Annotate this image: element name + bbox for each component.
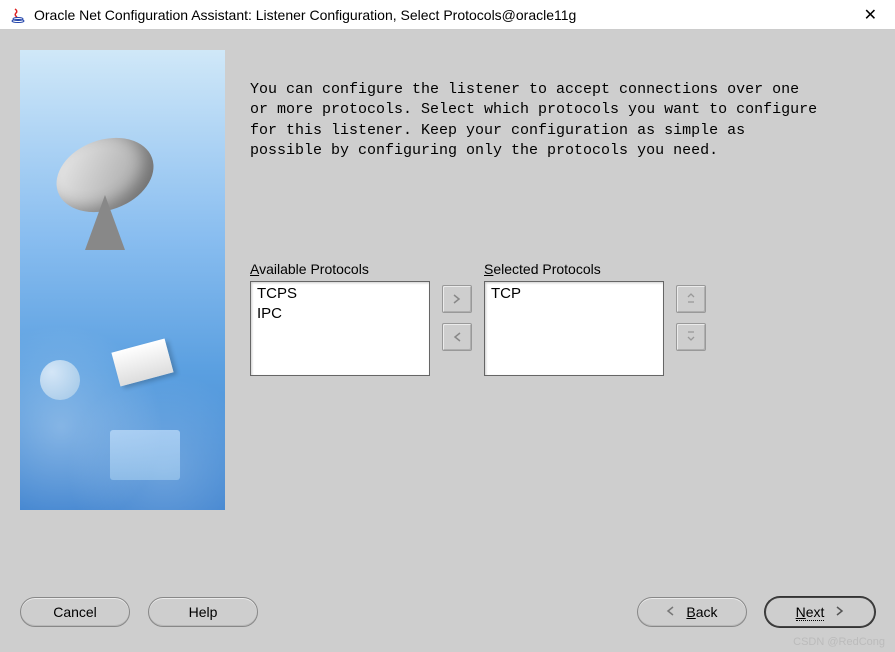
move-down-button[interactable] bbox=[676, 323, 706, 351]
available-protocols-list[interactable]: TCPS IPC bbox=[250, 281, 430, 376]
list-item[interactable]: TCP bbox=[491, 284, 657, 304]
move-up-icon bbox=[685, 291, 697, 307]
chevron-left-icon bbox=[666, 605, 676, 619]
instruction-text: You can configure the listener to accept… bbox=[250, 80, 820, 161]
close-icon[interactable]: ✕ bbox=[856, 5, 885, 25]
wizard-side-image bbox=[20, 50, 225, 510]
move-up-button[interactable] bbox=[676, 285, 706, 313]
move-down-icon bbox=[685, 329, 697, 345]
wizard-buttons: Cancel Help Back Next bbox=[20, 597, 875, 627]
available-label: Available Protocols bbox=[250, 261, 430, 277]
move-right-button[interactable] bbox=[442, 285, 472, 313]
selected-label: Selected Protocols bbox=[484, 261, 664, 277]
window-title: Oracle Net Configuration Assistant: List… bbox=[34, 7, 856, 23]
java-icon bbox=[10, 7, 26, 23]
main-panel: You can configure the listener to accept… bbox=[250, 50, 875, 540]
next-button-label: Next bbox=[796, 604, 825, 621]
selected-protocols-list[interactable]: TCP bbox=[484, 281, 664, 376]
next-button[interactable]: Next bbox=[765, 597, 875, 627]
watermark: CSDN @RedCong bbox=[793, 636, 885, 648]
cancel-button[interactable]: Cancel bbox=[20, 597, 130, 627]
back-button-label: Back bbox=[686, 604, 717, 620]
move-left-button[interactable] bbox=[442, 323, 472, 351]
help-button[interactable]: Help bbox=[148, 597, 258, 627]
list-item[interactable]: TCPS bbox=[257, 284, 423, 304]
back-button[interactable]: Back bbox=[637, 597, 747, 627]
list-item[interactable]: IPC bbox=[257, 304, 423, 324]
chevron-left-icon bbox=[452, 329, 462, 345]
dialog-body: You can configure the listener to accept… bbox=[0, 30, 895, 652]
protocol-shuttle: Available Protocols TCPS IPC bbox=[250, 261, 875, 376]
titlebar: Oracle Net Configuration Assistant: List… bbox=[0, 0, 895, 30]
chevron-right-icon bbox=[452, 291, 462, 307]
chevron-right-icon bbox=[834, 605, 844, 619]
